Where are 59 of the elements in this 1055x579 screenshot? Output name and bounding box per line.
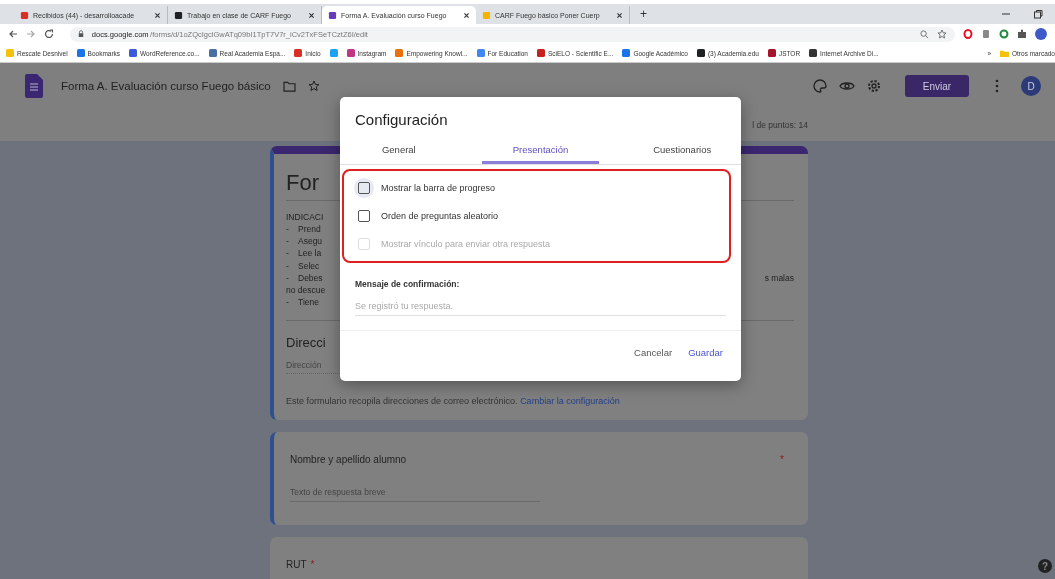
save-button[interactable]: Guardar	[682, 341, 729, 364]
dialog-tab[interactable]: Cuestionarios	[623, 138, 741, 164]
forms-logo-icon[interactable]	[25, 74, 43, 98]
settings-icon[interactable]	[867, 79, 881, 93]
description-text: Prend	[298, 223, 321, 236]
new-tab-button[interactable]: +	[640, 7, 647, 21]
star-icon[interactable]	[307, 80, 320, 92]
checkbox[interactable]	[354, 178, 374, 198]
required-mark: *	[780, 454, 784, 466]
bullet-text: -	[286, 235, 290, 248]
profile-avatar-icon[interactable]	[1035, 28, 1048, 40]
description-text: Lee la	[298, 247, 322, 260]
confirmation-label: Mensaje de confirmación:	[355, 279, 461, 289]
eye-icon[interactable]	[839, 80, 855, 92]
back-arrow-icon[interactable]	[8, 29, 18, 39]
bullet-text: -	[286, 223, 290, 236]
form-title[interactable]: Forma A. Evaluación curso Fuego básico	[61, 80, 271, 92]
required-mark: *	[310, 559, 315, 571]
bullet-text: -	[286, 296, 290, 309]
bullet-text: -	[286, 259, 290, 272]
user-avatar[interactable]: D	[1021, 76, 1041, 96]
dialog-title: Configuración	[354, 110, 449, 130]
bullet-text: -	[286, 271, 290, 284]
description-text: Tiene	[298, 296, 319, 309]
folder-icon	[1000, 48, 1009, 58]
description-text: Selec	[298, 259, 320, 272]
description-text: INDICACI	[286, 211, 324, 223]
question-card[interactable]: RUT *	[270, 537, 808, 579]
description-text: no descue	[286, 284, 326, 297]
more-options-icon[interactable]	[995, 79, 999, 93]
dialog-tab[interactable]: General	[340, 138, 458, 164]
close-icon[interactable]	[616, 11, 623, 19]
folder-icon[interactable]	[282, 80, 296, 92]
help-button[interactable]: ?	[1038, 559, 1052, 573]
forward-arrow-icon[interactable]	[25, 29, 36, 39]
checkbox-label[interactable]: Mostrar la barra de progreso	[381, 183, 496, 193]
lock-icon	[77, 30, 84, 38]
close-icon[interactable]	[154, 11, 161, 19]
close-icon[interactable]	[308, 11, 315, 19]
close-icon[interactable]	[463, 11, 470, 19]
checkbox-label[interactable]: Orden de preguntas aleatorio	[381, 211, 499, 221]
description-text: s malas	[764, 271, 794, 284]
cancel-button[interactable]: Cancelar	[628, 341, 679, 364]
send-button[interactable]: Enviar	[905, 75, 969, 97]
question-title: RUT	[286, 559, 307, 571]
bookmark-icon[interactable]	[329, 49, 338, 57]
dialog-tab[interactable]: Presentación	[481, 138, 600, 164]
description-text: Asegu	[298, 235, 323, 248]
restore-icon[interactable]	[1033, 9, 1043, 19]
form-title-text: For	[286, 170, 319, 196]
question-title: Nombre y apellido alumno	[290, 454, 407, 466]
palette-icon[interactable]	[813, 79, 827, 93]
description-text: Debes	[298, 271, 323, 284]
zoom-icon[interactable]	[920, 29, 930, 39]
reload-icon[interactable]	[43, 29, 54, 39]
note-text: Este formulario recopila direcciones de correo electrónico. Cambiar la configuración	[286, 396, 621, 407]
question-title: Direcci	[286, 335, 327, 351]
bullet-text: -	[286, 247, 290, 260]
star-icon[interactable]	[937, 29, 948, 39]
